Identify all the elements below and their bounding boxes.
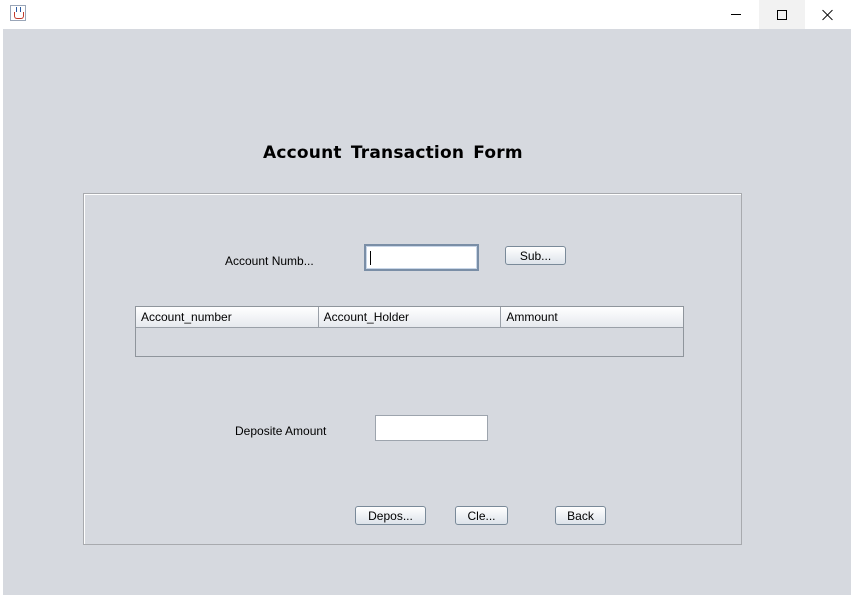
submit-button[interactable]: Sub... bbox=[505, 246, 566, 265]
clear-button[interactable]: Cle... bbox=[455, 506, 508, 525]
table-header: Account_number Account_Holder Ammount bbox=[136, 307, 683, 328]
account-number-label: Account Numb... bbox=[225, 254, 314, 268]
accounts-table[interactable]: Account_number Account_Holder Ammount bbox=[135, 306, 684, 357]
minimize-icon bbox=[731, 14, 741, 15]
page-title: Account Transaction Form bbox=[263, 143, 523, 163]
column-header-amount[interactable]: Ammount bbox=[501, 307, 683, 327]
close-button[interactable] bbox=[805, 0, 851, 29]
column-header-account-number[interactable]: Account_number bbox=[136, 307, 319, 327]
close-icon bbox=[822, 9, 834, 21]
title-bar bbox=[0, 0, 851, 29]
column-header-account-holder[interactable]: Account_Holder bbox=[319, 307, 502, 327]
java-cup-icon[interactable] bbox=[10, 5, 26, 21]
maximize-icon bbox=[777, 9, 787, 20]
deposit-amount-input[interactable] bbox=[375, 415, 488, 441]
maximize-button[interactable] bbox=[759, 0, 805, 29]
deposit-button[interactable]: Depos... bbox=[355, 506, 426, 525]
minimize-button[interactable] bbox=[713, 0, 759, 29]
deposit-amount-label: Deposite Amount bbox=[235, 424, 327, 438]
back-button[interactable]: Back bbox=[555, 506, 606, 525]
text-caret bbox=[370, 251, 371, 265]
account-number-input[interactable] bbox=[364, 244, 479, 271]
